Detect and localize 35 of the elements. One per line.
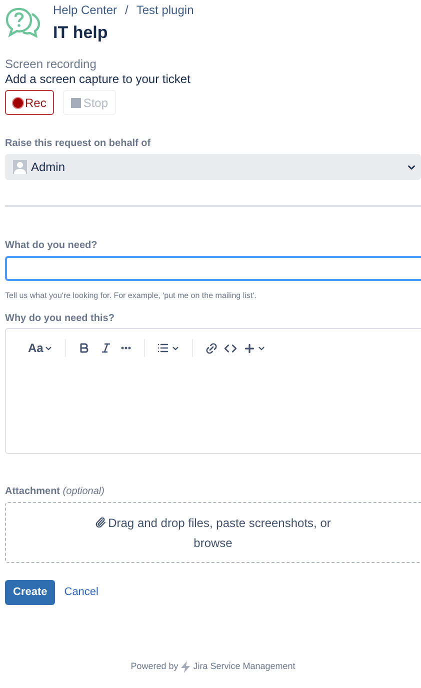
paperclip-icon (95, 517, 106, 528)
text-style-dropdown[interactable]: Aa (28, 339, 54, 357)
product-name: Jira Service Management (193, 660, 296, 673)
field-label: Attachment (optional) (5, 485, 106, 498)
powered-by-text: Powered by (130, 660, 178, 673)
create-button[interactable]: Create (5, 580, 56, 605)
requester-select[interactable]: Admin (5, 154, 421, 180)
stop-square-icon (71, 98, 82, 108)
code-icon[interactable] (224, 342, 238, 354)
attachment-dropzone[interactable]: Drag and drop files, paste screenshots, or browse (5, 502, 421, 563)
rich-text-editor[interactable]: Aa (5, 328, 421, 454)
cancel-link[interactable]: Cancel (64, 584, 98, 601)
speech-bubbles-question-icon (5, 6, 41, 38)
insert-dropdown[interactable] (243, 342, 266, 354)
avatar-icon (13, 160, 27, 174)
page-title: IT help (53, 22, 109, 44)
field-hint: Tell us what you're looking for. For example, 'put me on the mailing list'. (5, 290, 258, 301)
breadcrumb-link[interactable]: Help Center (53, 2, 118, 18)
breadcrumb-link[interactable]: Test plugin (136, 2, 194, 18)
lightning-icon (181, 660, 190, 673)
plus-icon (243, 342, 256, 354)
section-label: Screen recording (5, 57, 98, 72)
bold-icon[interactable] (78, 342, 90, 354)
field-label: Raise this request on behalf of (5, 137, 152, 150)
field-label: What do you need? (5, 239, 98, 252)
bullet-list-icon (157, 342, 170, 354)
dropzone-text: Drag and drop files, paste screenshots, or (108, 514, 331, 532)
section-description: Add a screen capture to your ticket (5, 72, 192, 87)
record-button[interactable]: Rec (5, 90, 54, 115)
browse-link[interactable]: browse (194, 532, 232, 552)
breadcrumb-separator: / (125, 2, 128, 18)
italic-icon[interactable] (100, 342, 112, 354)
summary-input[interactable] (5, 256, 421, 281)
list-dropdown[interactable] (157, 342, 180, 354)
field-label: Why do you need this? (5, 312, 116, 325)
